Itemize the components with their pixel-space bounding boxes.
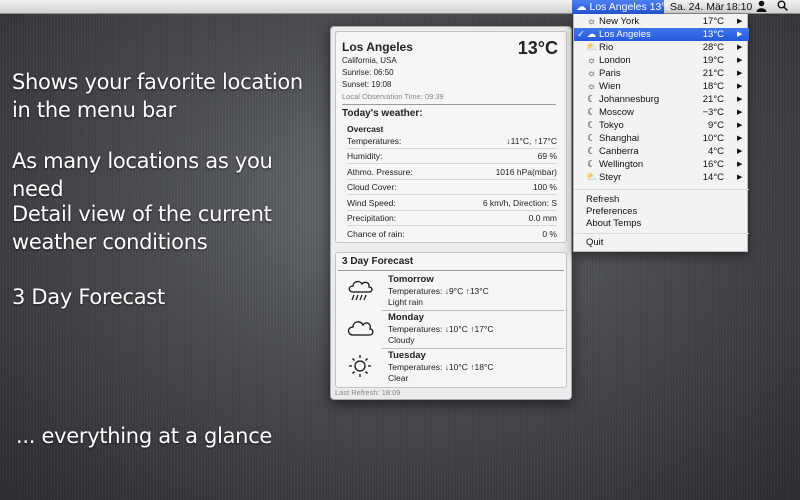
search-icon[interactable]: [777, 0, 788, 14]
weather-row-precipitation: Precipitation: 0.0 mm: [347, 211, 557, 226]
current-temperature: 13°C: [517, 38, 558, 58]
location-item-canberra[interactable]: ☾ Canberra 4°C ▶: [574, 145, 749, 158]
cloud-icon: ☁: [586, 29, 597, 40]
weather-row-humidity: Humidity: 69 %: [347, 149, 557, 164]
partly-cloudy-icon: ⛅: [586, 42, 598, 53]
weather-row-temperatures: Temperatures: ↓11°C, ↑17°C: [347, 134, 557, 149]
location-item-london[interactable]: ☼ London 19°C ▶: [574, 54, 749, 67]
forecast-title: 3 Day Forecast: [342, 256, 414, 267]
rain-cloud-icon: [346, 277, 374, 303]
promo-menubar: Shows your favorite location in the menu…: [12, 70, 303, 122]
submenu-arrow-icon: ▶: [737, 174, 743, 181]
location-item-tokyo[interactable]: ☾ Tokyo 9°C ▶: [574, 119, 749, 132]
submenu-arrow-icon: ▶: [737, 109, 743, 116]
location-item-los-angeles[interactable]: ✓ ☁ Los Angeles 13°C ▶: [574, 28, 749, 41]
current-weather-card: Los Angeles California, USA Sunrise: 06:…: [335, 31, 567, 243]
moon-icon: ☾: [587, 133, 596, 144]
menu-bar: ☁ Los Angeles 13°C Sa. 24. Mär 18:10: [0, 0, 800, 14]
menubar-time[interactable]: 18:10: [726, 0, 752, 14]
menubar-date[interactable]: Sa. 24. Mär: [670, 0, 724, 14]
last-refresh-time: Last Refresh: 18:09: [335, 388, 401, 397]
weather-row-wind: Wind Speed: 6 km/h, Direction: S: [347, 196, 557, 211]
promo-detail-view: Detail view of the current weather condi…: [12, 202, 272, 254]
submenu-arrow-icon: ▶: [737, 161, 743, 168]
city-region: California, USA: [342, 56, 397, 65]
submenu-arrow-icon: ▶: [737, 148, 743, 155]
submenu-arrow-icon: ▶: [737, 57, 743, 64]
location-item-new-york[interactable]: ☼ New York 17°C ▶: [574, 15, 749, 28]
today-weather-title: Today's weather:: [342, 108, 423, 119]
divider: [338, 270, 564, 271]
sun-icon: ☼: [587, 16, 596, 27]
menubar-weather-label: Los Angeles 13°C: [589, 1, 674, 13]
moon-icon: ☾: [587, 107, 596, 118]
menubar-weather-item[interactable]: ☁ Los Angeles 13°C: [572, 0, 673, 14]
forecast-card: 3 Day Forecast Tomorrow Temperatures: ↓9…: [335, 252, 567, 388]
locations-dropdown-menu: ☼ New York 17°C ▶ ✓ ☁ Los Angeles 13°C ▶ ⛅ …: [573, 14, 749, 252]
location-item-johannesburg[interactable]: ☾ Johannesburg 21°C ▶: [574, 93, 749, 106]
forecast-day-tomorrow: Tomorrow Temperatures: ↓9°C ↑13°C Light …: [336, 273, 566, 309]
location-item-wien[interactable]: ☼ Wien 18°C ▶: [574, 80, 749, 93]
partly-cloudy-icon: ⛅: [586, 172, 598, 183]
refresh-menu-item[interactable]: Refresh: [586, 194, 619, 206]
sun-icon: ☼: [587, 68, 596, 79]
menu-separator: [574, 233, 749, 234]
promo-locations: As many locations as you need: [12, 149, 273, 201]
submenu-arrow-icon: ▶: [737, 18, 743, 25]
sun-icon: ☼: [587, 55, 596, 66]
sunset-time: Sunset: 19:08: [342, 80, 392, 89]
sun-icon: ☼: [587, 81, 596, 92]
sunrise-time: Sunrise: 06:50: [342, 68, 394, 77]
submenu-arrow-icon: ▶: [737, 122, 743, 129]
weather-row-cloud-cover: Cloud Cover: 100 %: [347, 180, 557, 195]
moon-icon: ☾: [587, 94, 596, 105]
moon-icon: ☾: [587, 159, 596, 170]
preferences-menu-item[interactable]: Preferences: [586, 206, 637, 218]
submenu-arrow-icon: ▶: [737, 70, 743, 77]
sun-icon: [346, 353, 374, 379]
about-menu-item[interactable]: About Temps: [586, 218, 641, 230]
submenu-arrow-icon: ▶: [737, 96, 743, 103]
current-condition: Overcast: [347, 124, 384, 134]
weather-row-chance-of-rain: Chance of rain: 0 %: [347, 229, 557, 239]
location-item-shanghai[interactable]: ☾ Shanghai 10°C ▶: [574, 132, 749, 145]
location-item-paris[interactable]: ☼ Paris 21°C ▶: [574, 67, 749, 80]
observation-time: Local Observation Time: 09:39: [342, 92, 444, 101]
cloud-icon: [346, 315, 374, 341]
weather-detail-panel: Los Angeles California, USA Sunrise: 06:…: [330, 26, 572, 400]
cloud-icon: ☁: [576, 1, 587, 13]
forecast-day-tuesday: Tuesday Temperatures: ↓10°C ↑18°C Clear: [336, 349, 566, 385]
location-item-rio[interactable]: ⛅ Rio 28°C ▶: [574, 41, 749, 54]
quit-menu-item[interactable]: Quit: [586, 237, 603, 249]
forecast-day-monday: Monday Temperatures: ↓10°C ↑17°C Cloudy: [336, 311, 566, 347]
weather-row-pressure: Athmo. Pressure: 1016 hPa(mbar): [347, 165, 557, 180]
divider: [342, 104, 556, 105]
submenu-arrow-icon: ▶: [737, 83, 743, 90]
promo-glance: ... everything at a glance: [16, 424, 273, 448]
moon-icon: ☾: [587, 146, 596, 157]
location-item-moscow[interactable]: ☾ Moscow −3°C ▶: [574, 106, 749, 119]
submenu-arrow-icon: ▶: [737, 31, 743, 38]
moon-icon: ☾: [587, 120, 596, 131]
city-name: Los Angeles: [342, 40, 413, 54]
menu-separator: [574, 189, 749, 190]
location-item-wellington[interactable]: ☾ Wellington 16°C ▶: [574, 158, 749, 171]
user-icon[interactable]: [756, 0, 767, 14]
promo-forecast: 3 Day Forecast: [12, 285, 165, 309]
checkmark-icon: ✓: [577, 29, 585, 40]
submenu-arrow-icon: ▶: [737, 135, 743, 142]
location-item-steyr[interactable]: ⛅ Steyr 14°C ▶: [574, 171, 749, 184]
submenu-arrow-icon: ▶: [737, 44, 743, 51]
